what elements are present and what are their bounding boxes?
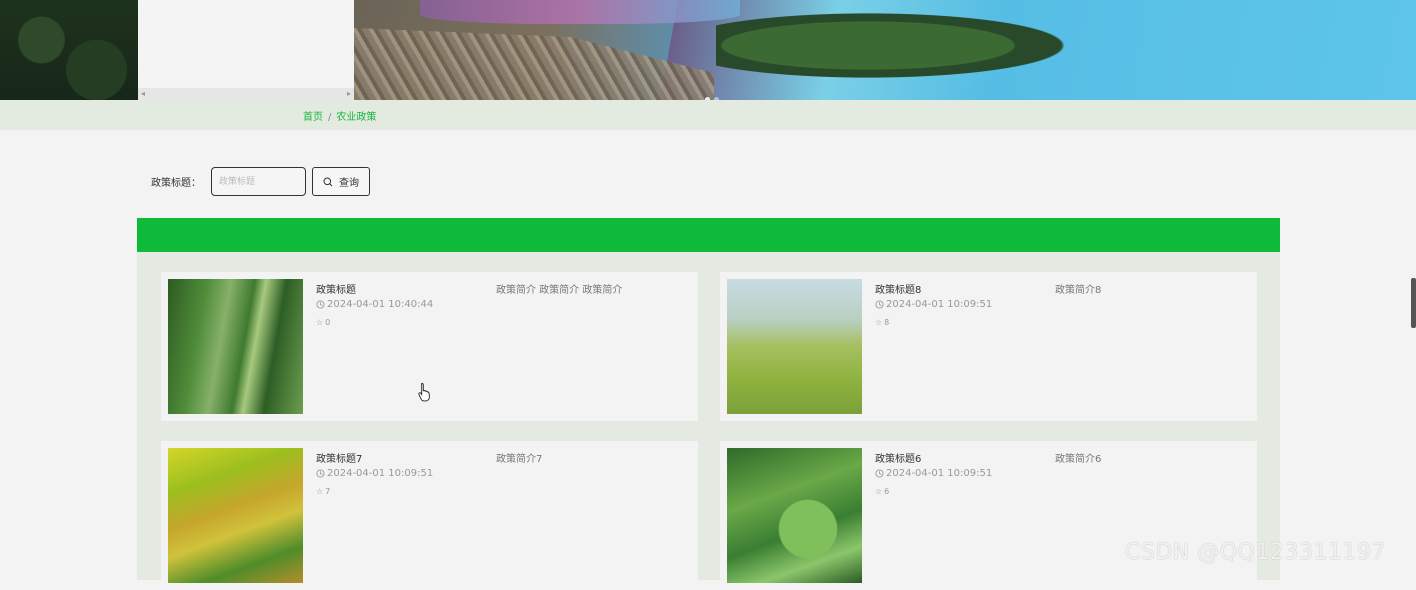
breadcrumb-bar: 首页 / 农业政策 (0, 100, 1416, 130)
policy-summary: 政策简介6 (1055, 454, 1102, 465)
policy-summary: 政策简介7 (496, 454, 543, 465)
policy-likes-count: 7 (325, 487, 331, 496)
policy-time-text: 2024-04-01 10:09:51 (886, 299, 993, 310)
policy-time-text: 2024-04-01 10:09:51 (327, 468, 434, 479)
policy-likes: ☆ 7 (316, 487, 330, 496)
policy-image-rice[interactable] (168, 448, 303, 583)
policy-likes: ☆ 6 (875, 487, 889, 496)
banner-carousel: ◂ ▸ (0, 0, 1416, 100)
policy-likes-count: 8 (884, 318, 890, 327)
search-input[interactable] (211, 167, 306, 196)
star-icon[interactable]: ☆ (316, 487, 323, 496)
banner-forest-image (0, 0, 138, 100)
policy-title[interactable]: 政策标题 (316, 281, 356, 296)
star-icon[interactable]: ☆ (875, 487, 882, 496)
clock-icon (875, 300, 884, 309)
banner-lake-reflection (420, 0, 740, 24)
vertical-scrollbar[interactable] (1411, 278, 1416, 328)
star-icon[interactable]: ☆ (875, 318, 882, 327)
policy-likes-count: 0 (325, 318, 331, 327)
policy-time-text: 2024-04-01 10:09:51 (886, 468, 993, 479)
policy-image-pea[interactable] (727, 448, 862, 583)
watermark: CSDN @QQ123311197 (1125, 540, 1386, 565)
policy-likes-count: 6 (884, 487, 890, 496)
search-icon (323, 177, 333, 186)
policy-image-wheat[interactable] (727, 279, 862, 414)
horizontal-scrollbar[interactable]: ◂ ▸ (138, 88, 354, 100)
breadcrumb-home[interactable]: 首页 (303, 112, 323, 123)
section-header-bar (137, 218, 1280, 252)
policy-time: 2024-04-01 10:09:51 (875, 468, 992, 479)
policy-likes: ☆ 8 (875, 318, 889, 327)
carousel-indicators (705, 87, 723, 100)
policy-likes: ☆ 0 (316, 318, 330, 327)
breadcrumb: 首页 / 农业政策 (303, 108, 376, 123)
policy-title[interactable]: 政策标题6 (875, 450, 921, 465)
policy-summary: 政策简介 政策简介 政策简介 (496, 285, 623, 296)
policy-time: 2024-04-01 10:09:51 (875, 299, 992, 310)
policy-time-text: 2024-04-01 10:40:44 (327, 299, 434, 310)
clock-icon (316, 300, 325, 309)
policy-card[interactable]: 政策标题7 政策简介7 2024-04-01 10:09:51 ☆ 7 (161, 441, 698, 590)
search-button-label: 查询 (339, 178, 359, 189)
policy-title[interactable]: 政策标题7 (316, 450, 362, 465)
policy-card[interactable]: 政策标题6 政策简介6 2024-04-01 10:09:51 ☆ 6 (720, 441, 1257, 590)
banner-side-panel: ◂ ▸ (138, 0, 354, 100)
breadcrumb-separator: / (328, 112, 332, 123)
search-button[interactable]: 查询 (312, 167, 370, 196)
scroll-right-icon[interactable]: ▸ (347, 88, 351, 100)
policy-image-corn[interactable] (168, 279, 303, 414)
search-form: 政策标题： 查询 (151, 167, 370, 196)
clock-icon (875, 469, 884, 478)
banner-island (716, 8, 1096, 83)
scroll-left-icon[interactable]: ◂ (141, 88, 145, 100)
policy-card[interactable]: 政策标题8 政策简介8 2024-04-01 10:09:51 ☆ 8 (720, 272, 1257, 421)
policy-title[interactable]: 政策标题8 (875, 281, 921, 296)
policy-time: 2024-04-01 10:09:51 (316, 468, 433, 479)
policy-summary: 政策简介8 (1055, 285, 1102, 296)
policy-list: 政策标题 政策简介 政策简介 政策简介 2024-04-01 10:40:44 … (137, 252, 1280, 590)
search-label: 政策标题： (151, 178, 201, 189)
breadcrumb-current[interactable]: 农业政策 (336, 112, 376, 123)
hand-cursor-icon (418, 383, 430, 402)
star-icon[interactable]: ☆ (316, 318, 323, 327)
policy-time: 2024-04-01 10:40:44 (316, 299, 433, 310)
clock-icon (316, 469, 325, 478)
